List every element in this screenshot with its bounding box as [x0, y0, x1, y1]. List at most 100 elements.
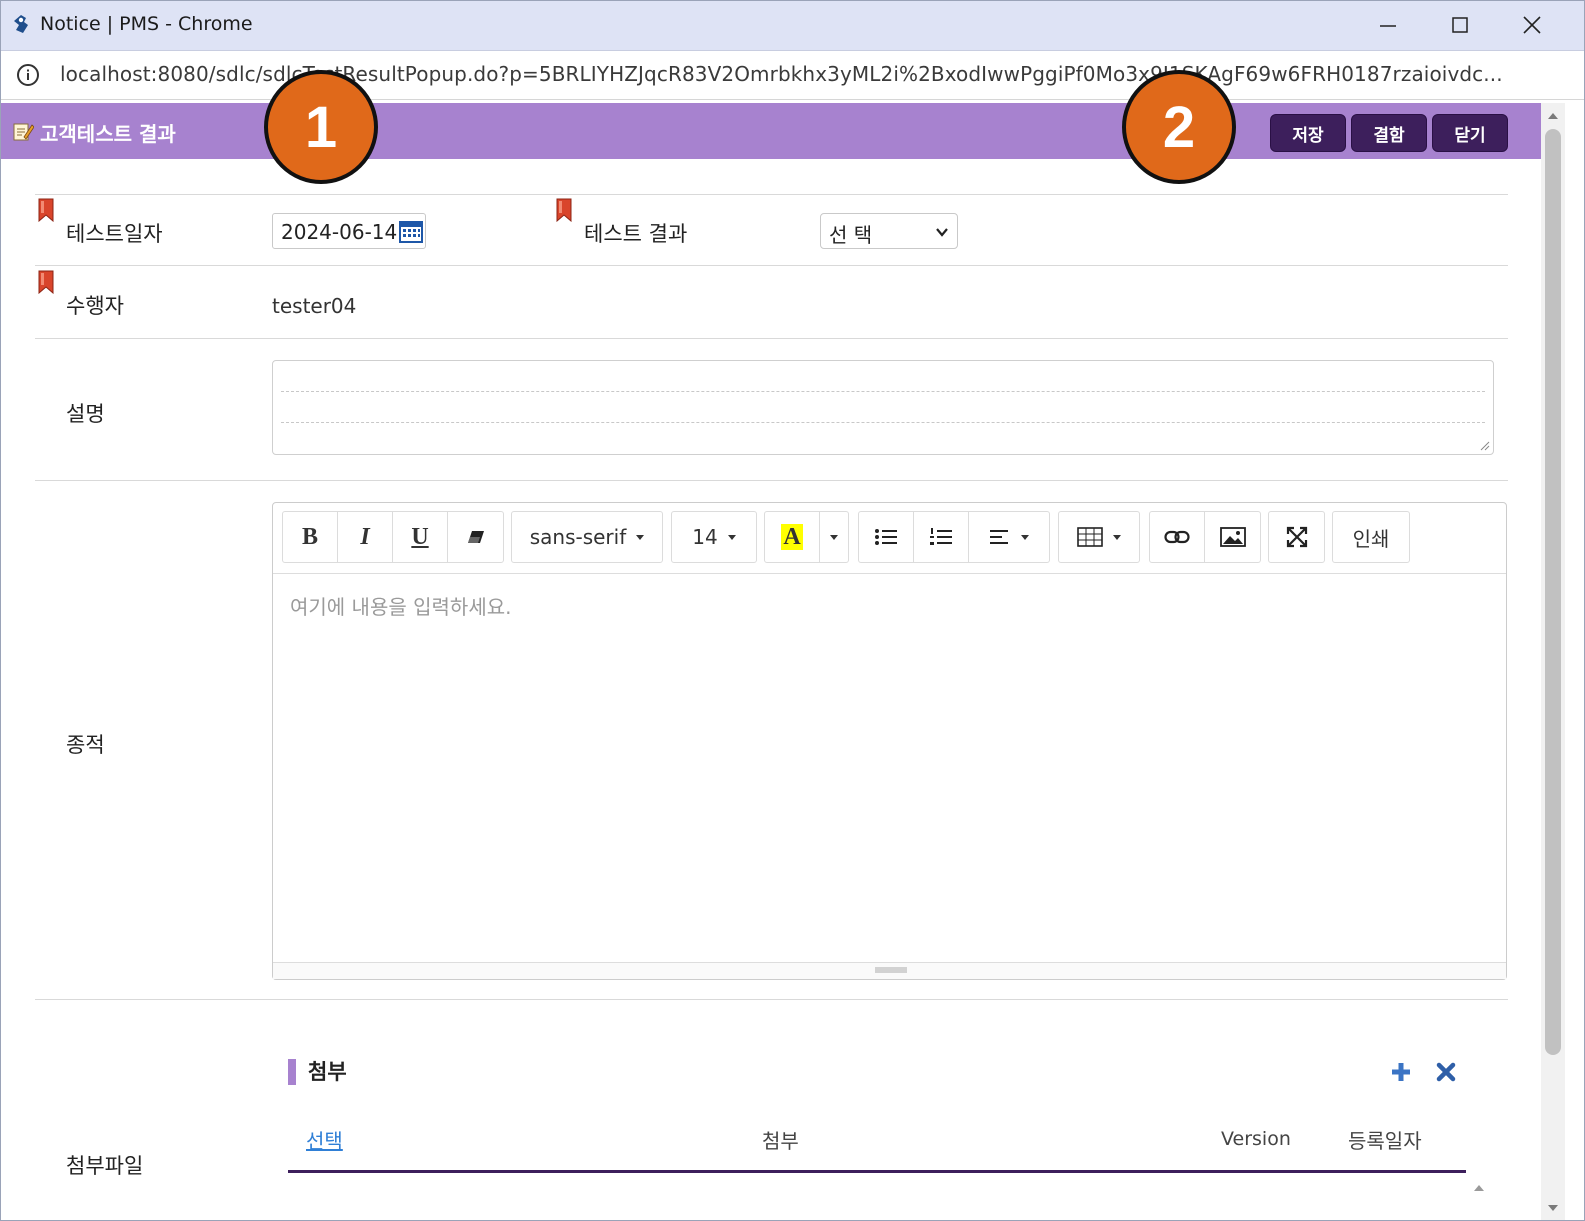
text-color-button[interactable]: A — [765, 512, 820, 562]
view-group — [1268, 511, 1325, 563]
color-group: A — [764, 511, 849, 563]
editor-placeholder[interactable]: 여기에 내용을 입력하세요. — [290, 591, 511, 620]
text-color-icon: A — [781, 524, 803, 550]
print-button[interactable]: 인쇄 — [1333, 512, 1409, 562]
url-text[interactable]: localhost:8080/sdlc/sdlcTestResultPopup.… — [60, 62, 1540, 86]
test-date-label: 테스트일자 — [66, 222, 163, 246]
font-family-value: sans-serif — [529, 525, 627, 549]
editor-resize-bar[interactable] — [273, 962, 1506, 979]
row-divider — [35, 338, 1508, 339]
scroll-down-arrow[interactable] — [1548, 1205, 1558, 1211]
attachment-section-title: 첨부 — [308, 1060, 347, 1084]
format-group: B I U — [282, 511, 504, 563]
paragraph-group — [858, 511, 1050, 563]
save-button[interactable]: 저장 — [1270, 114, 1346, 152]
bullet-list-icon — [875, 529, 897, 545]
picture-icon — [1219, 527, 1246, 547]
font-size-dropdown[interactable]: 14 — [672, 512, 756, 562]
table-group — [1058, 511, 1140, 563]
clear-format-button[interactable] — [448, 512, 503, 562]
chevron-down-icon — [936, 228, 948, 237]
defect-button[interactable]: 결함 — [1351, 114, 1427, 152]
description-label: 설명 — [66, 402, 105, 426]
annotation-badge-1: 1 — [264, 70, 378, 184]
close-window-button[interactable] — [1497, 0, 1567, 50]
align-left-icon — [990, 530, 1008, 544]
bold-button[interactable]: B — [283, 512, 338, 562]
resize-grip-icon[interactable] — [1478, 439, 1490, 451]
close-icon — [1523, 16, 1541, 34]
performer-label: 수행자 — [66, 294, 124, 318]
row-divider — [35, 480, 1508, 481]
calendar-icon[interactable] — [399, 219, 423, 243]
test-result-value: 선 택 — [829, 223, 873, 247]
column-file: 첨부 — [762, 1129, 799, 1153]
column-select[interactable]: 선택 — [306, 1125, 343, 1154]
performer-value: tester04 — [272, 294, 357, 318]
column-date: 등록일자 — [1348, 1129, 1422, 1153]
caret-down-icon — [727, 534, 736, 540]
insert-link-button[interactable] — [1150, 512, 1205, 562]
minimize-icon — [1380, 25, 1396, 27]
textarea-guide-line — [281, 422, 1485, 423]
rich-text-editor[interactable]: B I U sans-serif 14 A 인쇄 여기에 내용을 입력하세요. — [272, 502, 1507, 980]
fullscreen-button[interactable] — [1269, 512, 1324, 562]
scroll-thumb[interactable] — [1545, 129, 1561, 1055]
info-icon[interactable] — [16, 63, 40, 87]
attachment-label: 첨부파일 — [66, 1154, 144, 1178]
address-bar[interactable]: localhost:8080/sdlc/sdlcTestResultPopup.… — [0, 51, 1585, 100]
table-dropdown[interactable] — [1059, 512, 1139, 562]
inner-scroll-up-arrow[interactable] — [1474, 1185, 1484, 1191]
maximize-button[interactable] — [1425, 0, 1495, 50]
print-group: 인쇄 — [1332, 511, 1410, 563]
required-marker-icon — [38, 198, 54, 222]
delete-icon[interactable] — [1436, 1062, 1456, 1082]
link-icon — [1164, 530, 1190, 544]
row-divider — [35, 194, 1508, 195]
row-divider — [35, 999, 1508, 1000]
maximize-icon — [1452, 17, 1468, 33]
minimize-button[interactable] — [1353, 0, 1423, 50]
insert-group — [1149, 511, 1261, 563]
editor-toolbar: B I U sans-serif 14 A 인쇄 — [273, 503, 1506, 574]
ordered-list-button[interactable] — [914, 512, 969, 562]
unordered-list-button[interactable] — [859, 512, 914, 562]
insert-image-button[interactable] — [1205, 512, 1260, 562]
window-titlebar: Notice | PMS - Chrome — [0, 0, 1585, 51]
fullscreen-icon — [1286, 526, 1307, 548]
resize-handle-icon[interactable] — [875, 967, 907, 973]
row-divider — [35, 265, 1508, 266]
description-textarea[interactable] — [272, 360, 1494, 455]
add-icon[interactable] — [1391, 1062, 1411, 1082]
edit-note-icon — [13, 123, 34, 141]
numbered-list-icon — [930, 528, 952, 545]
caret-down-icon — [636, 534, 645, 540]
test-result-label: 테스트 결과 — [584, 222, 688, 246]
color-dropdown-button[interactable] — [820, 512, 848, 562]
page-scrollbar[interactable] — [1541, 103, 1565, 1221]
table-header-rule — [288, 1170, 1466, 1173]
annotation-badge-2: 2 — [1122, 70, 1236, 184]
font-family-dropdown[interactable]: sans-serif — [512, 512, 662, 562]
align-dropdown[interactable] — [969, 512, 1049, 562]
caret-down-icon — [1021, 534, 1029, 540]
font-size-group: 14 — [671, 511, 757, 563]
required-marker-icon — [38, 270, 54, 294]
popup-header: 고객테스트 결과 저장 결함 닫기 — [0, 103, 1555, 159]
test-date-input[interactable]: 2024-06-14 — [272, 213, 426, 249]
section-marker — [288, 1059, 296, 1085]
italic-button[interactable]: I — [338, 512, 393, 562]
scroll-up-arrow[interactable] — [1548, 113, 1558, 119]
font-size-value: 14 — [692, 525, 718, 549]
page-title: 고객테스트 결과 — [40, 122, 176, 146]
font-family-group: sans-serif — [511, 511, 663, 563]
caret-down-icon — [830, 534, 838, 540]
eraser-icon — [467, 531, 484, 543]
pms-app-icon — [14, 15, 28, 33]
close-button[interactable]: 닫기 — [1432, 114, 1508, 152]
caret-down-icon — [1113, 534, 1121, 540]
test-result-select[interactable]: 선 택 — [820, 213, 958, 249]
column-version: Version — [1221, 1128, 1291, 1150]
underline-button[interactable]: U — [393, 512, 448, 562]
required-marker-icon — [556, 198, 572, 222]
